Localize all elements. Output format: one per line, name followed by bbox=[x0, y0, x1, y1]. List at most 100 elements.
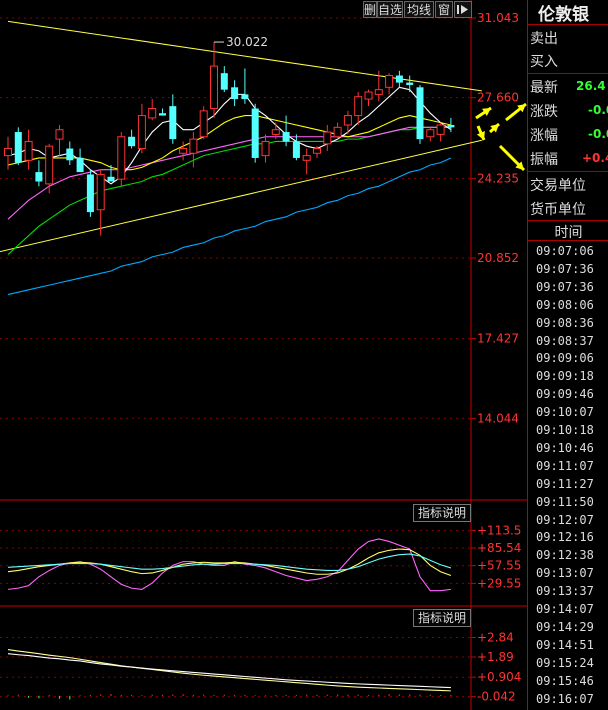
candle-body bbox=[447, 124, 455, 128]
indicator-label-2[interactable]: 指标说明 bbox=[413, 609, 472, 627]
candle-body bbox=[302, 155, 311, 161]
kline-chart[interactable]: 31.043 27.660 24.235 20.852 17.427 14.044 +113… bbox=[0, 0, 608, 710]
stock-name: 伦敦银 bbox=[538, 5, 589, 25]
time-tick: 09:08:06 bbox=[536, 297, 594, 312]
time-tick: 09:12:07 bbox=[536, 512, 594, 527]
quote-value-last: 26.4 bbox=[576, 79, 606, 93]
quote-value-change: -0.0 bbox=[588, 103, 608, 117]
candle-body bbox=[374, 89, 383, 95]
candle-body bbox=[137, 115, 146, 150]
time-column-header: 时间 bbox=[554, 225, 583, 241]
price-axis-tick-label: 17.427 bbox=[477, 332, 519, 346]
time-tick: 09:07:06 bbox=[536, 244, 594, 258]
candle-body bbox=[210, 65, 218, 109]
price-axis-tick-label: 24.235 bbox=[477, 171, 519, 185]
price-axis-tick-label: 31.043 bbox=[477, 11, 519, 25]
candle-body bbox=[117, 136, 126, 180]
candle-body bbox=[14, 132, 22, 163]
candle-body bbox=[333, 126, 342, 138]
moving-average-button[interactable]: 均线 bbox=[404, 1, 434, 18]
candle-body bbox=[343, 115, 352, 126]
candle-body bbox=[179, 148, 188, 154]
quote-label-buy: 买入 bbox=[530, 54, 558, 70]
time-tick: 09:13:37 bbox=[536, 584, 594, 599]
time-tick: 09:16:07 bbox=[536, 691, 594, 706]
time-tick: 09:15:46 bbox=[536, 673, 594, 688]
time-tick: 09:11:27 bbox=[536, 476, 594, 491]
time-tick: 09:10:46 bbox=[536, 440, 594, 455]
ma5-line bbox=[7, 86, 452, 185]
time-tick: 09:12:16 bbox=[536, 530, 594, 545]
time-tick: 09:14:29 bbox=[536, 619, 594, 634]
time-tick: 09:14:07 bbox=[536, 602, 594, 616]
macd-axis-tick-label: -0.042 bbox=[477, 690, 516, 704]
macd-axis-tick-label: +1.89 bbox=[477, 650, 514, 664]
quote-label-amplitude: 振幅 bbox=[530, 152, 558, 168]
candle-body bbox=[271, 129, 280, 135]
ma20-line bbox=[7, 126, 451, 220]
candle-body bbox=[24, 140, 33, 161]
quote-label-change-pct: 涨幅 bbox=[530, 128, 558, 144]
time-tick: 09:10:07 bbox=[536, 405, 594, 420]
candle-body bbox=[406, 82, 414, 85]
time-tick: 09:09:06 bbox=[536, 351, 594, 366]
window-button[interactable]: 窗 bbox=[435, 1, 453, 18]
candle-body bbox=[323, 131, 332, 145]
candle-body bbox=[128, 136, 136, 147]
quote-label-sell: 卖出 bbox=[530, 31, 558, 47]
peak-label: 30.022 bbox=[226, 35, 268, 49]
candle-body bbox=[385, 75, 394, 88]
candle-body bbox=[35, 172, 43, 182]
ma10-line bbox=[7, 114, 452, 171]
candle-body bbox=[231, 87, 239, 100]
candle-body bbox=[169, 106, 177, 140]
quote-value-amplitude: +0.4 bbox=[582, 151, 608, 165]
candle-body bbox=[395, 75, 403, 83]
quote-label-trade-unit: 交易单位 bbox=[530, 178, 586, 194]
time-tick: 09:15:24 bbox=[536, 655, 594, 670]
time-tick: 09:14:51 bbox=[536, 637, 594, 652]
quote-label-currency-unit: 货币单位 bbox=[530, 202, 586, 218]
self-select-button[interactable]: 自选 bbox=[377, 1, 403, 18]
candle-body bbox=[199, 110, 208, 138]
delete-button[interactable]: 删 bbox=[363, 1, 377, 18]
time-tick: 09:11:07 bbox=[536, 458, 594, 473]
oscillator-axis-tick-label: +29.55 bbox=[477, 576, 521, 590]
oscillator-axis-tick-label: +113.5 bbox=[477, 523, 521, 537]
time-tick: 09:08:37 bbox=[536, 333, 594, 348]
candle-body bbox=[148, 107, 157, 119]
quote-label-last: 最新 bbox=[530, 80, 558, 96]
candle-body bbox=[86, 174, 94, 213]
quote-value-change-pct: -0.0 bbox=[588, 127, 608, 141]
time-tick: 09:07:36 bbox=[536, 261, 594, 276]
time-tick: 09:10:18 bbox=[536, 423, 594, 437]
candle-body bbox=[313, 148, 321, 154]
play-icon[interactable] bbox=[454, 1, 472, 18]
candle-body bbox=[436, 124, 445, 135]
time-tick: 09:13:07 bbox=[536, 566, 594, 581]
quote-label-change: 涨跌 bbox=[530, 104, 558, 120]
candle-body bbox=[251, 108, 259, 158]
candle-body bbox=[354, 96, 363, 117]
candle-body bbox=[416, 87, 424, 140]
candle-body bbox=[76, 157, 84, 173]
candle-body bbox=[220, 73, 228, 90]
candle-body bbox=[107, 176, 115, 182]
oscillator-axis-tick-label: +85.54 bbox=[477, 541, 521, 555]
candle-body bbox=[4, 148, 12, 157]
macd-axis-tick-label: +2.84 bbox=[477, 630, 514, 644]
time-tick: 09:11:50 bbox=[536, 494, 594, 509]
ma30-line bbox=[7, 126, 451, 255]
oscillator-line bbox=[7, 548, 452, 577]
quote-side-panel: 伦敦银 卖出 买入 最新 26.4 涨跌 -0.0 涨幅 -0.0 振幅 +0.… bbox=[527, 0, 608, 710]
time-tick: 09:09:46 bbox=[536, 387, 594, 402]
price-axis-tick-label: 20.852 bbox=[477, 251, 519, 265]
candle-body bbox=[45, 145, 54, 185]
candle-body bbox=[55, 129, 64, 140]
price-axis-tick-label: 27.660 bbox=[477, 91, 519, 105]
candle-body bbox=[282, 132, 290, 142]
candle-body bbox=[96, 173, 105, 211]
time-tick: 09:12:38 bbox=[536, 548, 594, 563]
candle-body bbox=[241, 94, 249, 100]
indicator-label-1[interactable]: 指标说明 bbox=[413, 504, 472, 522]
